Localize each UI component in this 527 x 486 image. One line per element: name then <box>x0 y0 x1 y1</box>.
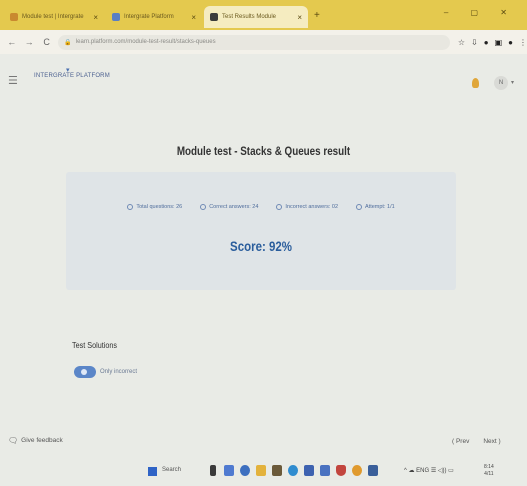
taskbar-app-icon[interactable] <box>320 465 330 476</box>
stat-correct-answers: Correct answers: 24 <box>200 204 258 210</box>
taskbar-clock[interactable]: 8:14 4/11 <box>484 464 494 478</box>
brand-logo[interactable]: INTERGRATE PLATFORM <box>34 73 110 79</box>
result-card: Total questions: 26 Correct answers: 24 … <box>66 172 456 290</box>
forward-icon[interactable]: → <box>23 37 34 47</box>
close-icon[interactable]: × <box>93 13 98 22</box>
tab-label: Intergrate Platform <box>124 14 174 20</box>
menu-icon[interactable]: ☰ <box>8 74 18 87</box>
taskbar-app-icon[interactable] <box>368 465 378 476</box>
back-icon[interactable]: ← <box>6 37 17 47</box>
reload-icon[interactable]: C <box>41 37 52 47</box>
browser-tab-strip: Module test | Intergrate × Intergrate Pl… <box>0 0 527 30</box>
favicon-icon <box>210 13 218 21</box>
give-feedback-button[interactable]: 🗨 Give feedback <box>8 436 63 445</box>
browser-tab-active[interactable]: Test Results Module × <box>204 6 308 28</box>
feedback-label: Give feedback <box>21 437 63 444</box>
taskbar-search[interactable]: Search <box>162 467 181 473</box>
stat-label: Attempt: 1/1 <box>365 204 395 210</box>
avatar[interactable]: N <box>494 76 508 90</box>
url-text: learn.platform.com/module-test-result/st… <box>75 39 216 45</box>
stat-incorrect-answers: Incorrect answers: 02 <box>276 204 338 210</box>
clock-icon <box>356 204 362 210</box>
favicon-icon <box>112 13 120 21</box>
taskbar-app-icon[interactable] <box>224 465 234 476</box>
stat-total-questions: Total questions: 26 <box>127 204 182 210</box>
taskbar-app-icon[interactable] <box>272 465 282 476</box>
stat-attempt: Attempt: 1/1 <box>356 204 395 210</box>
address-bar: ← → C 🔒 learn.platform.com/module-test-r… <box>0 30 527 54</box>
close-icon[interactable]: × <box>191 13 196 22</box>
score-value: Score: 92% <box>230 238 292 254</box>
tab-label: Test Results Module <box>222 14 277 20</box>
profile-icon[interactable]: ● <box>484 38 489 47</box>
extension-icon[interactable]: ▣ <box>495 38 503 47</box>
stat-label: Total questions: 26 <box>136 204 183 210</box>
windows-start-icon[interactable] <box>148 467 157 476</box>
next-button[interactable]: Next ) <box>483 438 500 445</box>
browser-tab[interactable]: Intergrate Platform × <box>106 6 202 28</box>
taskbar-app-icon[interactable] <box>288 465 298 476</box>
browser-toolbar: ☆ ⇩ ● ▣ ● ⋮ <box>458 38 527 47</box>
chevron-down-icon[interactable]: ▾ <box>511 79 514 86</box>
os-taskbar: Search ^ ☁ ENG ☰ ◁)) ▭ 8:14 4/11 <box>0 456 527 486</box>
result-stats: Total questions: 26 Correct answers: 24 … <box>66 204 456 210</box>
feedback-icon: 🗨 <box>8 436 19 445</box>
list-icon <box>127 204 134 210</box>
browser-menu-icon[interactable]: ⋮ <box>519 38 527 47</box>
taskbar-app-icon[interactable] <box>336 465 346 476</box>
taskbar-app-icon[interactable] <box>352 465 362 476</box>
window-controls[interactable]: – ▢ ✕ <box>444 8 517 17</box>
clock-date: 4/11 <box>484 471 494 477</box>
solutions-heading: Test Solutions <box>72 340 117 350</box>
stat-label: Incorrect answers: 02 <box>285 204 338 210</box>
stat-label: Correct answers: 24 <box>209 204 259 210</box>
bookmark-star-icon[interactable]: ☆ <box>458 38 465 47</box>
close-icon[interactable]: × <box>297 13 302 22</box>
url-input[interactable]: 🔒 learn.platform.com/module-test-result/… <box>58 34 450 50</box>
taskbar-app-icon[interactable] <box>240 465 250 476</box>
taskbar-app-icon[interactable] <box>256 465 266 476</box>
tab-label: Module test | Intergrate <box>22 14 84 20</box>
taskbar-app-icon[interactable] <box>210 465 216 476</box>
lock-icon: 🔒 <box>64 39 72 46</box>
only-incorrect-filter: Only incorrect <box>74 366 137 378</box>
favicon-icon <box>10 13 18 21</box>
new-tab-button[interactable]: + <box>314 10 320 21</box>
taskbar-app-icon[interactable] <box>304 465 314 476</box>
app-header: ☰ ▾ INTERGRATE PLATFORM N ▾ <box>0 64 527 98</box>
browser-tab[interactable]: Module test | Intergrate × <box>4 6 104 28</box>
account-icon[interactable]: ● <box>508 38 513 47</box>
prev-button[interactable]: ( Prev <box>452 438 469 445</box>
page-title: Module test - Stacks & Queues result <box>176 144 351 158</box>
only-incorrect-toggle[interactable] <box>74 366 96 378</box>
lightbulb-icon[interactable] <box>472 78 479 88</box>
clock-time: 8:14 <box>484 464 494 470</box>
toggle-label: Only incorrect <box>100 369 138 375</box>
check-circle-icon <box>200 204 207 210</box>
download-icon[interactable]: ⇩ <box>471 38 478 47</box>
toggle-knob <box>81 369 87 375</box>
system-tray[interactable]: ^ ☁ ENG ☰ ◁)) ▭ <box>404 467 454 474</box>
x-circle-icon <box>276 204 283 210</box>
pagination: ( Prev Next ) <box>452 438 501 445</box>
